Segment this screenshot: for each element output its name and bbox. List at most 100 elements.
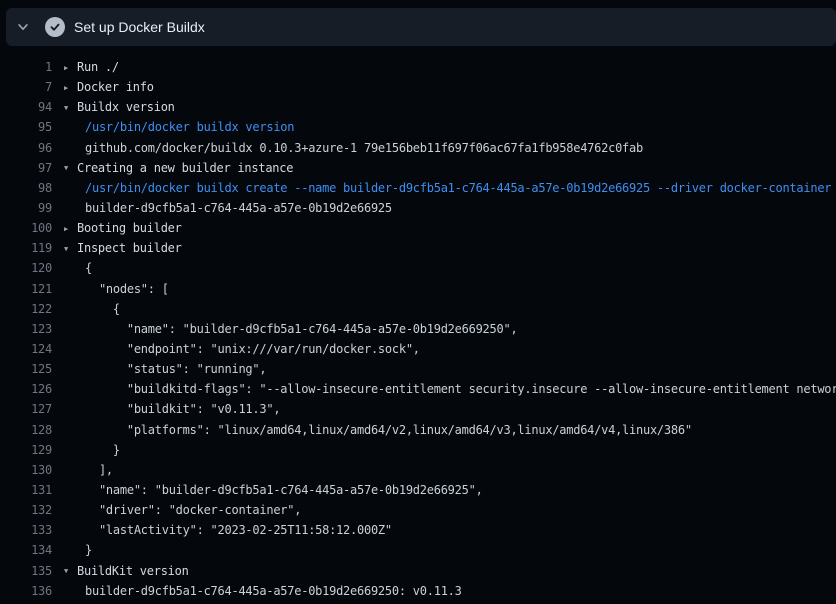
log-group-row: 100 ▶Booting builder (0, 218, 836, 238)
line-number[interactable]: 127 (0, 399, 52, 419)
line-number[interactable]: 128 (0, 420, 52, 440)
log-line: 124 "endpoint": "unix:///var/run/docker.… (0, 339, 836, 359)
line-number[interactable]: 125 (0, 359, 52, 379)
triangle-collapsed-icon[interactable]: ▶ (64, 78, 77, 98)
line-number[interactable]: 120 (0, 258, 52, 278)
output-text: "platforms": "linux/amd64,linux/amd64/v2… (64, 420, 836, 440)
line-number[interactable]: 95 (0, 117, 52, 137)
log-line: 96 github.com/docker/buildx 0.10.3+azure-… (0, 138, 836, 158)
log-line: 133 "lastActivity": "2023-02-25T11:58:12… (0, 520, 836, 540)
line-number[interactable]: 129 (0, 440, 52, 460)
group-label: BuildKit version (77, 564, 189, 578)
log-line: 121 "nodes": [ (0, 279, 836, 299)
command-text: /usr/bin/docker buildx create --name bui… (64, 178, 836, 198)
line-number[interactable]: 96 (0, 138, 52, 158)
triangle-expanded-icon[interactable]: ▼ (64, 158, 77, 178)
log-line: 98/usr/bin/docker buildx create --name b… (0, 178, 836, 198)
log-line: 99 builder-d9cfb5a1-c764-445a-a57e-0b19d2… (0, 198, 836, 218)
line-number[interactable]: 134 (0, 540, 52, 560)
group-label: Inspect builder (77, 241, 182, 255)
triangle-collapsed-icon[interactable]: ▶ (64, 219, 77, 239)
output-text: "buildkit": "v0.11.3", (64, 399, 836, 419)
output-text: builder-d9cfb5a1-c764-445a-a57e-0b19d2e6… (64, 581, 836, 601)
log-line: 95/usr/bin/docker buildx version (0, 117, 836, 137)
output-text: "name": "builder-d9cfb5a1-c764-445a-a57e… (64, 480, 836, 500)
triangle-expanded-icon[interactable]: ▼ (64, 561, 77, 581)
log-group-header[interactable]: ▼Creating a new builder instance (64, 158, 836, 178)
line-number[interactable]: 122 (0, 299, 52, 319)
step-header[interactable]: Set up Docker Buildx (6, 8, 836, 46)
log-lines: 1▶Run ./7▶Docker info94▼Buildx version95… (0, 57, 836, 601)
log-line: 129 } (0, 440, 836, 460)
command-text: /usr/bin/docker buildx version (64, 117, 836, 137)
group-label: Creating a new builder instance (77, 161, 293, 175)
log-group-header[interactable]: ▶Booting builder (64, 218, 836, 238)
output-text: } (64, 540, 836, 560)
group-label: Buildx version (77, 100, 175, 114)
output-text: { (64, 258, 836, 278)
group-label: Booting builder (77, 221, 182, 235)
line-number[interactable]: 7 (0, 77, 52, 97)
log-line: 120 { (0, 258, 836, 278)
line-number[interactable]: 119 (0, 238, 52, 258)
output-text: ], (64, 460, 836, 480)
output-text: "status": "running", (64, 359, 836, 379)
line-number[interactable]: 126 (0, 379, 52, 399)
log-group-header[interactable]: ▼Buildx version (64, 97, 836, 117)
triangle-collapsed-icon[interactable]: ▶ (64, 58, 77, 78)
output-text: } (64, 440, 836, 460)
log-line: 127 "buildkit": "v0.11.3", (0, 399, 836, 419)
line-number[interactable]: 130 (0, 460, 52, 480)
log-group-header[interactable]: ▼Inspect builder (64, 238, 836, 258)
triangle-expanded-icon[interactable]: ▼ (64, 98, 77, 118)
chevron-down-icon[interactable] (15, 19, 31, 35)
log-line: 131 "name": "builder-d9cfb5a1-c764-445a-… (0, 480, 836, 500)
output-text: github.com/docker/buildx 0.10.3+azure-1 … (64, 138, 836, 158)
output-text: "endpoint": "unix:///var/run/docker.sock… (64, 339, 836, 359)
line-number[interactable]: 131 (0, 480, 52, 500)
log-line: 122 { (0, 299, 836, 319)
line-number[interactable]: 121 (0, 279, 52, 299)
line-number[interactable]: 133 (0, 520, 52, 540)
line-number[interactable]: 97 (0, 158, 52, 178)
group-label: Docker info (77, 80, 154, 94)
log-line: 130 ], (0, 460, 836, 480)
line-number[interactable]: 98 (0, 178, 52, 198)
log-group-header[interactable]: ▶Docker info (64, 77, 836, 97)
group-label: Run ./ (77, 60, 119, 74)
log-group-header[interactable]: ▼BuildKit version (64, 561, 836, 581)
line-number[interactable]: 99 (0, 198, 52, 218)
line-number[interactable]: 136 (0, 581, 52, 601)
output-text: { (64, 299, 836, 319)
log-line: 123 "name": "builder-d9cfb5a1-c764-445a-… (0, 319, 836, 339)
triangle-expanded-icon[interactable]: ▼ (64, 239, 77, 259)
log-group-row: 94 ▼Buildx version (0, 97, 836, 117)
step-title: Set up Docker Buildx (74, 19, 205, 35)
log-line: 125 "status": "running", (0, 359, 836, 379)
output-text: "buildkitd-flags": "--allow-insecure-ent… (64, 379, 836, 399)
log-group-row: 97 ▼Creating a new builder instance (0, 158, 836, 178)
line-number[interactable]: 1 (0, 57, 52, 77)
log-line: 134} (0, 540, 836, 560)
log-group-row: 7 ▶Docker info (0, 77, 836, 97)
output-text: "driver": "docker-container", (64, 500, 836, 520)
output-text: builder-d9cfb5a1-c764-445a-a57e-0b19d2e6… (64, 198, 836, 218)
line-number[interactable]: 94 (0, 97, 52, 117)
log-group-row: 135 ▼BuildKit version (0, 561, 836, 581)
line-number[interactable]: 124 (0, 339, 52, 359)
log-group-row: 1 ▶Run ./ (0, 57, 836, 77)
log-line: 128 "platforms": "linux/amd64,linux/amd6… (0, 420, 836, 440)
log-line: 136 builder-d9cfb5a1-c764-445a-a57e-0b19d… (0, 581, 836, 601)
line-number[interactable]: 100 (0, 218, 52, 238)
output-text: "nodes": [ (64, 279, 836, 299)
line-number[interactable]: 123 (0, 319, 52, 339)
log-line: 132 "driver": "docker-container", (0, 500, 836, 520)
line-number[interactable]: 135 (0, 561, 52, 581)
output-text: "lastActivity": "2023-02-25T11:58:12.000… (64, 520, 836, 540)
log-line: 126 "buildkitd-flags": "--allow-insecure… (0, 379, 836, 399)
output-text: "name": "builder-d9cfb5a1-c764-445a-a57e… (64, 319, 836, 339)
log-group-header[interactable]: ▶Run ./ (64, 57, 836, 77)
status-check-icon (45, 17, 65, 37)
line-number[interactable]: 132 (0, 500, 52, 520)
log-group-row: 119 ▼Inspect builder (0, 238, 836, 258)
